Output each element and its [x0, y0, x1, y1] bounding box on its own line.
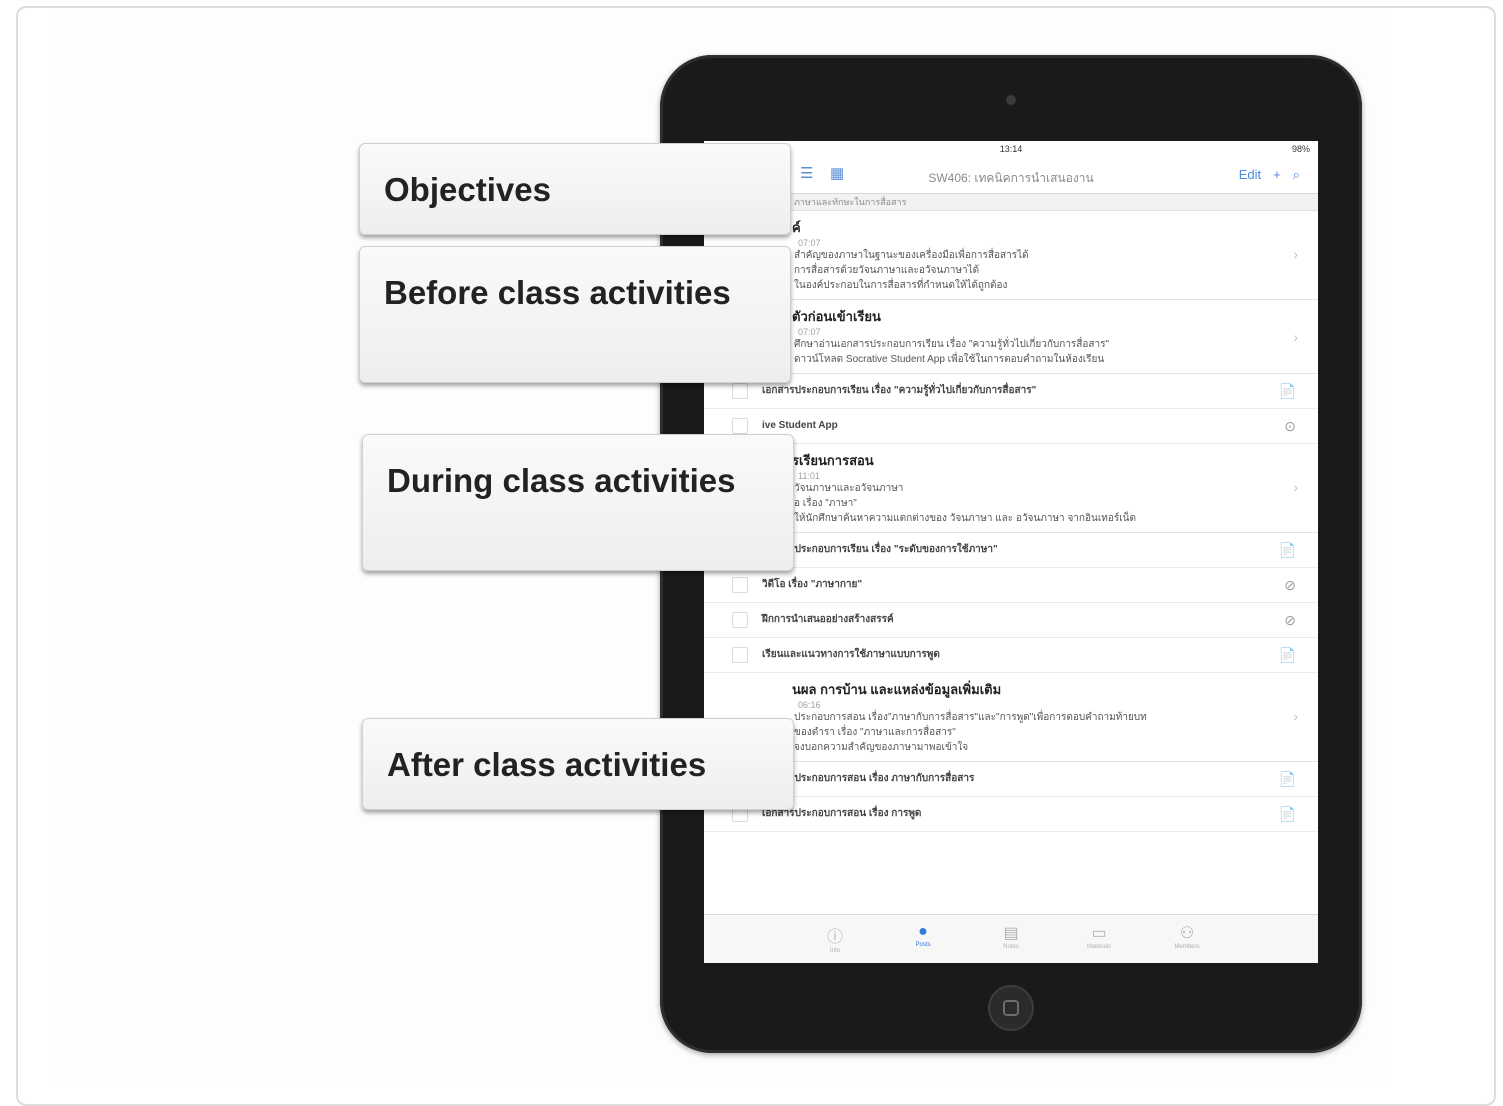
topic-time: 07:07 — [798, 238, 821, 248]
members-icon: ⚇ — [1179, 925, 1195, 942]
tab-posts[interactable]: ● Posts — [901, 915, 945, 963]
callout-objectives: Objectives — [359, 143, 791, 235]
material-item[interactable]: เอกสารประกอบการเรียน เรื่อง "ระดับของการ… — [704, 533, 1318, 568]
tab-label: Posts — [915, 942, 931, 948]
topic-description-line: ดาวน์โหลด Socrative Student App เพื่อใช้… — [794, 354, 1105, 365]
material-item-label: เรียนและแนวทางการใช้ภาษาแบบการพูด — [762, 649, 940, 660]
nav-bar: ☰ ▦ SW406: เทคนิคการนำเสนองาน Edit + ⌕ — [704, 157, 1318, 194]
tab-materials[interactable]: ▭ Materials — [1077, 915, 1121, 963]
posts-icon: ● — [918, 923, 928, 940]
camera-dot — [1006, 95, 1016, 105]
topic-time: 07:07 — [798, 327, 821, 337]
topic-time: 11:01 — [798, 471, 820, 481]
material-type-icon: ⊙ — [1284, 418, 1296, 434]
topic-section[interactable]: รเรียนการสอน 11:01 วัจนภาษาและอวัจนภาษาอ เ… — [704, 444, 1318, 533]
item-checkbox[interactable] — [732, 418, 748, 434]
topic-title: ค์ — [792, 220, 801, 235]
info-icon: ⓘ — [826, 929, 843, 946]
material-item[interactable]: วิดีโอ เรื่อง "ภาษากาย" ⊘ — [704, 568, 1318, 603]
edit-button[interactable]: Edit — [1239, 167, 1261, 183]
search-icon[interactable]: ⌕ — [1293, 167, 1300, 183]
topic-description-line: จงบอกความสำคัญของภาษามาพอเข้าใจ — [794, 742, 969, 753]
topic-description-line: ประกอบการสอน เรื่อง"ภาษากับการสื่อสาร"แล… — [794, 712, 1147, 723]
material-item[interactable]: เอกสารประกอบการสอน เรื่อง การพูด 📄 — [704, 797, 1318, 832]
ipad-screen: 13:14 98% ☰ ▦ SW406: เทคนิคการนำเสนองาน … — [704, 141, 1318, 963]
material-item-label: ive Student App — [762, 420, 838, 431]
breadcrumb: ภาษาและทักษะในการสื่อสาร — [704, 194, 1318, 211]
material-item[interactable]: เอกสารประกอบการสอน เรื่อง ภาษากับการสื่อ… — [704, 762, 1318, 797]
callout-after-label: After class activities — [387, 746, 707, 783]
chevron-right-icon: › — [1293, 708, 1298, 725]
topic-time: 06:16 — [798, 700, 821, 710]
topic-title: รเรียนการสอน — [792, 453, 874, 468]
home-button[interactable] — [988, 985, 1034, 1031]
material-type-icon: 📄 — [1278, 771, 1296, 787]
notes-icon: ▤ — [1003, 925, 1019, 942]
topic-list: ค์ 07:07 สำคัญของภาษาในฐานะของเครื่องมือเพ… — [704, 211, 1318, 832]
callout-objectives-label: Objectives — [384, 171, 551, 208]
material-item[interactable]: เอกสารประกอบการเรียน เรื่อง "ความรู้ทั่ว… — [704, 374, 1318, 409]
battery-indicator: 98% — [1291, 144, 1310, 154]
item-checkbox[interactable] — [732, 383, 748, 399]
material-type-icon: 📄 — [1278, 383, 1296, 399]
material-item-label: ฝึกการนำเสนออย่างสร้างสรรค์ — [762, 614, 894, 625]
status-time: 13:14 — [999, 144, 1023, 154]
chevron-right-icon: › — [1293, 329, 1298, 346]
chevron-right-icon: › — [1293, 246, 1298, 263]
course-title: SW406: เทคนิคการนำเสนองาน — [928, 171, 1094, 185]
tab-bar: ⓘ Info ● Posts ▤ Notes ▭ Materials ⚇ Members — [704, 914, 1318, 963]
material-type-icon: 📄 — [1278, 542, 1296, 558]
topic-description-line: ศึกษาอ่านเอกสารประกอบการเรียน เรื่อง "คว… — [794, 339, 1110, 350]
material-item-label: เอกสารประกอบการเรียน เรื่อง "ระดับของการ… — [762, 544, 998, 555]
status-bar: 13:14 98% — [704, 141, 1318, 157]
material-item-label: เอกสารประกอบการเรียน เรื่อง "ความรู้ทั่ว… — [762, 385, 1037, 396]
material-item[interactable]: ive Student App ⊙ — [704, 409, 1318, 444]
topic-description-line: สำคัญของภาษาในฐานะของเครื่องมือเพื่อการส… — [794, 250, 1029, 261]
topic-description-line: การสื่อสารด้วยวัจนภาษาและอวัจนภาษาได้ — [794, 265, 980, 276]
item-checkbox[interactable] — [732, 647, 748, 663]
topic-description-line: ของตำรา เรื่อง "ภาษาและการสื่อสาร" — [794, 727, 956, 738]
topic-title: นผล การบ้าน และแหล่งข้อมูลเพิ่มเติม — [792, 682, 1002, 697]
add-icon[interactable]: + — [1273, 167, 1281, 183]
materials-icon: ▭ — [1091, 925, 1107, 942]
tab-info[interactable]: ⓘ Info — [813, 915, 857, 963]
material-type-icon: ⊘ — [1284, 577, 1296, 593]
tab-label: Members — [1174, 944, 1200, 950]
topic-section[interactable]: นผล การบ้าน และแหล่งข้อมูลเพิ่มเติม 06:16… — [704, 673, 1318, 762]
callout-during-class: During class activities — [362, 434, 794, 571]
topic-section[interactable]: ค์ 07:07 สำคัญของภาษาในฐานะของเครื่องมือเพ… — [704, 211, 1318, 300]
material-type-icon: ⊘ — [1284, 612, 1296, 628]
topic-description-line: อ เรื่อง "ภาษา" — [794, 498, 857, 509]
item-checkbox[interactable] — [732, 577, 748, 593]
tab-label: Info — [829, 948, 840, 954]
material-item[interactable]: เรียนและแนวทางการใช้ภาษาแบบการพูด 📄 — [704, 638, 1318, 673]
topic-section[interactable]: ตัวก่อนเข้าเรียน 07:07 ศึกษาอ่านเอกสารประก… — [704, 300, 1318, 374]
item-checkbox[interactable] — [732, 612, 748, 628]
topic-description-line: วัจนภาษาและอวัจนภาษา — [794, 483, 904, 494]
callout-during-label: During class activities — [387, 462, 736, 499]
topic-title: ตัวก่อนเข้าเรียน — [792, 309, 881, 324]
material-type-icon: 📄 — [1278, 806, 1296, 822]
material-item[interactable]: ฝึกการนำเสนออย่างสร้างสรรค์ ⊘ — [704, 603, 1318, 638]
material-type-icon: 📄 — [1278, 647, 1296, 663]
tab-notes[interactable]: ▤ Notes — [989, 915, 1033, 963]
tab-label: Materials — [1086, 944, 1112, 950]
topic-description-line: ให้นักศึกษาค้นหาความแตกต่างของ วัจนภาษา … — [794, 513, 1136, 524]
tab-label: Notes — [1003, 944, 1019, 950]
callout-before-class: Before class activities — [359, 246, 791, 383]
tab-members[interactable]: ⚇ Members — [1165, 915, 1209, 963]
callout-after-class: After class activities — [362, 718, 794, 810]
topic-description-line: ในองค์ประกอบในการสื่อสารที่กำหนดให้ได้ถู… — [794, 280, 1008, 291]
chevron-right-icon: › — [1293, 479, 1298, 496]
callout-before-label: Before class activities — [384, 274, 731, 311]
material-item-label: วิดีโอ เรื่อง "ภาษากาย" — [762, 579, 863, 590]
